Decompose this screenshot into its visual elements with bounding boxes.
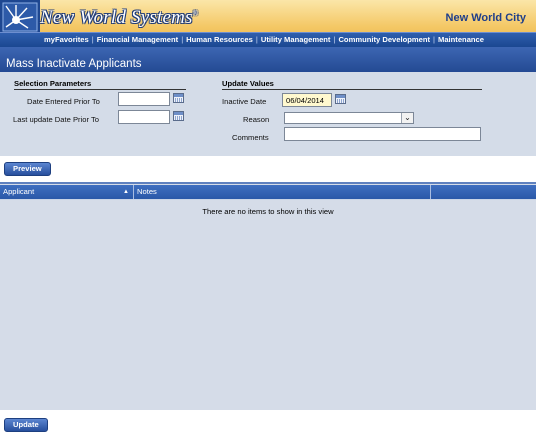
nav-item-financial-management[interactable]: Financial Management bbox=[97, 35, 178, 44]
preview-button[interactable]: Preview bbox=[4, 162, 51, 176]
empty-grid-message: There are no items to show in this view bbox=[202, 207, 334, 216]
reason-label: Reason bbox=[243, 115, 270, 124]
page-title-band: Mass Inactivate Applicants bbox=[0, 47, 536, 72]
nav-item-community-development[interactable]: Community Development bbox=[338, 35, 430, 44]
date-entered-input[interactable] bbox=[118, 92, 170, 106]
grid-header: Applicant ▲ Notes bbox=[0, 185, 536, 200]
parameter-panel: Selection Parameters Date Entered Prior … bbox=[0, 72, 536, 156]
nav-item-maintenance[interactable]: Maintenance bbox=[438, 35, 484, 44]
comments-input[interactable] bbox=[284, 127, 481, 141]
update-values-heading: Update Values bbox=[222, 79, 482, 90]
date-entered-label: Date Entered Prior To bbox=[27, 97, 100, 106]
update-button[interactable]: Update bbox=[4, 418, 48, 432]
nav-item-utility-management[interactable]: Utility Management bbox=[261, 35, 331, 44]
selection-parameters-heading: Selection Parameters bbox=[14, 79, 186, 90]
brand-name: New World Systems® bbox=[40, 7, 199, 28]
inactive-date-calendar-icon[interactable] bbox=[335, 94, 346, 104]
nav-list: myFavorites | Financial Management | Human R… bbox=[44, 34, 484, 46]
nav-separator: | bbox=[91, 35, 94, 44]
nav-separator: | bbox=[433, 35, 435, 44]
main-nav: myFavorites | Financial Management | Human R… bbox=[0, 32, 536, 47]
inactive-date-label: Inactive Date bbox=[222, 97, 267, 106]
page-title: Mass Inactivate Applicants bbox=[6, 58, 142, 70]
date-entered-calendar-icon[interactable] bbox=[173, 93, 184, 103]
column-applicant-label: Applicant bbox=[3, 187, 35, 196]
last-update-label: Last update Date Prior To bbox=[13, 115, 99, 124]
logo-starburst-icon bbox=[0, 0, 40, 34]
comments-label: Comments bbox=[232, 133, 269, 142]
nav-item-myfavorites[interactable]: myFavorites bbox=[44, 35, 89, 44]
applicants-grid: Applicant ▲ Notes There are no items to … bbox=[0, 182, 536, 410]
registered-mark: ® bbox=[192, 9, 199, 18]
organization-name: New World City bbox=[445, 12, 526, 24]
column-notes-label: Notes bbox=[137, 187, 157, 196]
nav-item-human-resources[interactable]: Human Resources bbox=[186, 35, 253, 44]
chevron-down-icon[interactable]: ⌄ bbox=[401, 113, 413, 123]
sort-ascending-icon: ▲ bbox=[123, 189, 129, 195]
last-update-calendar-icon[interactable] bbox=[173, 111, 184, 121]
footer-area bbox=[0, 410, 536, 438]
reason-select[interactable]: ⌄ bbox=[284, 112, 414, 124]
last-update-input[interactable] bbox=[118, 110, 170, 124]
column-applicant[interactable]: Applicant ▲ bbox=[0, 185, 134, 199]
nav-separator: | bbox=[181, 35, 184, 44]
toolbar-area bbox=[0, 156, 536, 182]
inactive-date-input[interactable] bbox=[282, 93, 332, 107]
nav-separator: | bbox=[255, 35, 258, 44]
column-notes[interactable]: Notes bbox=[134, 185, 431, 199]
